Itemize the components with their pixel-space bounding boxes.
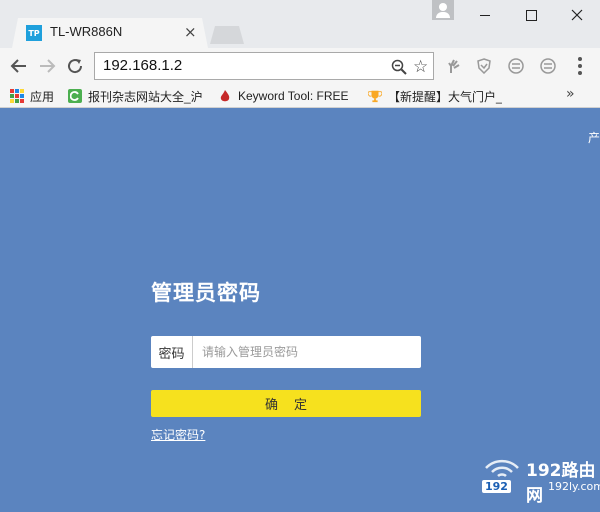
watermark-badge: 192 xyxy=(482,480,511,493)
trophy-icon xyxy=(368,89,382,103)
browser-toolbar: 192.168.1.2 ☆ xyxy=(0,48,600,84)
bookmark-label: Keyword Tool: FREE xyxy=(238,89,349,103)
password-label: 密码 xyxy=(151,336,193,368)
extension-circle-icon-2[interactable] xyxy=(540,58,556,74)
forward-arrow-icon[interactable] xyxy=(38,57,56,75)
bookmark-label: 应用 xyxy=(30,89,55,104)
apps-icon xyxy=(10,89,24,103)
bookmark-label: 【新提醒】大气门户_ xyxy=(388,89,502,104)
password-input[interactable] xyxy=(194,336,419,368)
password-field: 密码 xyxy=(151,336,421,368)
tab-title: TL-WR886N xyxy=(50,24,123,39)
tp-link-icon: TP xyxy=(26,25,42,41)
tab-close-icon[interactable]: × xyxy=(184,23,197,41)
reload-icon[interactable] xyxy=(66,57,84,75)
close-window-button[interactable] xyxy=(562,4,592,26)
router-login-page: 产 管理员密码 密码 确定 忘记密码? 192路由网 192 192ly.com xyxy=(0,109,600,512)
maximize-button[interactable] xyxy=(516,4,546,26)
menu-dots-icon[interactable] xyxy=(578,57,582,75)
bookmark-star-icon[interactable]: ☆ xyxy=(413,57,428,77)
bookmark-newspapers[interactable]: 报刊杂志网站大全_沪 xyxy=(68,87,208,105)
refresh-c-icon xyxy=(68,89,82,103)
extension-circle-icon[interactable] xyxy=(508,58,524,74)
flame-icon xyxy=(218,89,232,103)
extension-hand-icon[interactable] xyxy=(446,58,462,74)
corner-text[interactable]: 产 xyxy=(588,129,600,146)
watermark: 192路由网 192 192ly.com xyxy=(478,454,600,506)
forgot-password-link[interactable]: 忘记密码? xyxy=(151,426,205,443)
shield-icon[interactable] xyxy=(476,58,492,74)
new-tab-button[interactable] xyxy=(210,26,244,44)
close-icon xyxy=(571,9,583,21)
tab-router[interactable]: TP TL-WR886N × xyxy=(12,18,208,48)
bookmark-portal[interactable]: 【新提醒】大气门户_ xyxy=(368,87,502,105)
bookmark-keyword-tool[interactable]: Keyword Tool: FREE xyxy=(218,87,354,105)
wifi-icon xyxy=(485,459,519,478)
bookmarks-bar: 应用 报刊杂志网站大全_沪 Keyword Tool: FREE 【新提醒】大气… xyxy=(0,84,600,108)
zoom-icon[interactable] xyxy=(391,59,407,75)
bookmarks-overflow-icon[interactable]: » xyxy=(566,86,575,102)
title-bar: TP TL-WR886N × xyxy=(0,0,600,48)
minimize-button[interactable] xyxy=(470,4,500,26)
confirm-button[interactable]: 确定 xyxy=(151,390,421,417)
address-bar[interactable]: 192.168.1.2 ☆ xyxy=(94,52,434,80)
url-text: 192.168.1.2 xyxy=(103,57,183,74)
bookmark-apps[interactable]: 应用 xyxy=(10,87,54,105)
watermark-url: 192ly.com xyxy=(548,480,600,493)
page-title: 管理员密码 xyxy=(151,281,261,305)
back-arrow-icon[interactable] xyxy=(10,57,28,75)
bookmark-label: 报刊杂志网站大全_沪 xyxy=(88,89,203,104)
profile-icon[interactable] xyxy=(432,0,454,20)
